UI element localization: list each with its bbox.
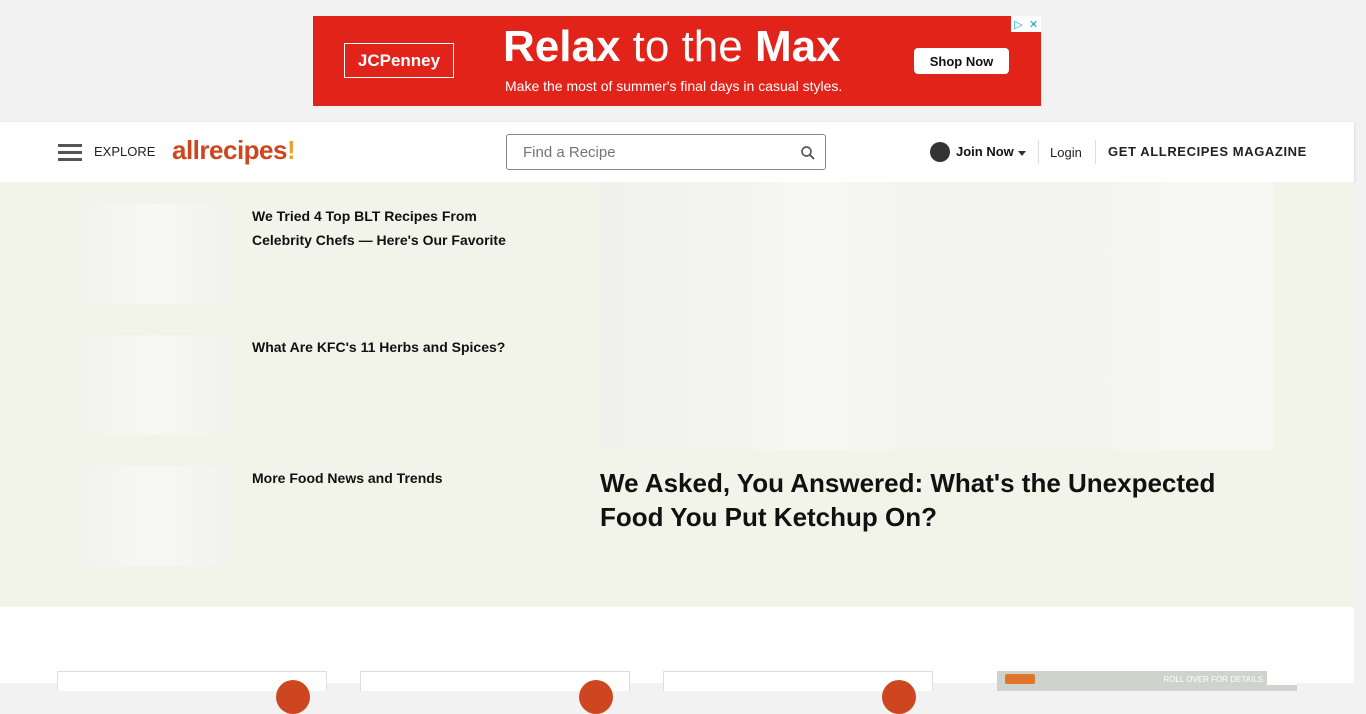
news-title[interactable]: What Are KFC's 11 Herbs and Spices?	[252, 335, 532, 359]
ad-banner[interactable]: JCPenney Relax to the Max Make the most …	[313, 16, 1041, 106]
divider	[1038, 140, 1039, 164]
card-badge-icon	[579, 680, 613, 714]
account-icon[interactable]	[930, 142, 950, 162]
ad-shop-now-button[interactable]: Shop Now	[914, 48, 1009, 74]
ad-headline-part2: to the	[620, 22, 755, 71]
explore-link[interactable]: EXPLORE	[94, 144, 155, 159]
news-item[interactable]: We Tried 4 Top BLT Recipes From Celebrit…	[80, 204, 540, 304]
content-cards-area: ROLL OVER FOR DETAILS	[0, 607, 1354, 714]
site-logo[interactable]: allrecipes!	[172, 135, 296, 166]
content-card[interactable]	[663, 671, 933, 714]
content-card[interactable]	[360, 671, 630, 714]
search-input[interactable]	[515, 138, 790, 166]
logo-spoon-icon: !	[286, 135, 296, 165]
feature-image[interactable]	[600, 182, 1274, 450]
feature-title[interactable]: We Asked, You Answered: What's the Unexp…	[600, 466, 1274, 534]
card-badge-icon	[882, 680, 916, 714]
news-title[interactable]: More Food News and Trends	[252, 466, 532, 490]
news-item[interactable]: More Food News and Trends	[80, 466, 540, 566]
adchoices-icon[interactable]: ▷	[1011, 16, 1026, 32]
side-ad[interactable]: ROLL OVER FOR DETAILS	[997, 671, 1297, 691]
join-now-button[interactable]: Join Now	[956, 144, 1014, 159]
news-thumbnail[interactable]	[80, 204, 228, 304]
ad-headline-part3: Max	[754, 22, 841, 71]
news-thumbnail[interactable]	[80, 335, 228, 435]
ad-choices[interactable]: ▷ ✕	[1011, 16, 1041, 32]
ad-brand-logo: JCPenney	[344, 43, 454, 78]
news-title[interactable]: We Tried 4 Top BLT Recipes From Celebrit…	[252, 204, 532, 252]
ad-headline: Relax to the Max	[503, 22, 841, 72]
news-thumbnail[interactable]	[80, 466, 228, 566]
login-link[interactable]: Login	[1050, 145, 1082, 160]
ad-subline: Make the most of summer's final days in …	[505, 78, 843, 94]
logo-text: allrecipes	[172, 135, 287, 165]
search-box[interactable]	[506, 134, 826, 170]
news-item[interactable]: What Are KFC's 11 Herbs and Spices?	[80, 335, 540, 435]
content-card[interactable]	[57, 671, 327, 714]
ad-headline-part1: Relax	[503, 22, 621, 71]
site-header: EXPLORE allrecipes! Join Now Login GET A…	[0, 122, 1354, 182]
top-ad-area: JCPenney Relax to the Max Make the most …	[0, 0, 1354, 122]
menu-icon[interactable]	[58, 144, 82, 162]
search-icon[interactable]	[799, 144, 817, 162]
card-badge-icon	[276, 680, 310, 714]
chevron-down-icon[interactable]	[1018, 151, 1026, 156]
food-news-section: We Tried 4 Top BLT Recipes From Celebrit…	[0, 182, 1354, 607]
magazine-link[interactable]: GET ALLRECIPES MAGAZINE	[1108, 144, 1307, 159]
divider	[1095, 140, 1096, 164]
close-icon[interactable]: ✕	[1026, 16, 1041, 32]
